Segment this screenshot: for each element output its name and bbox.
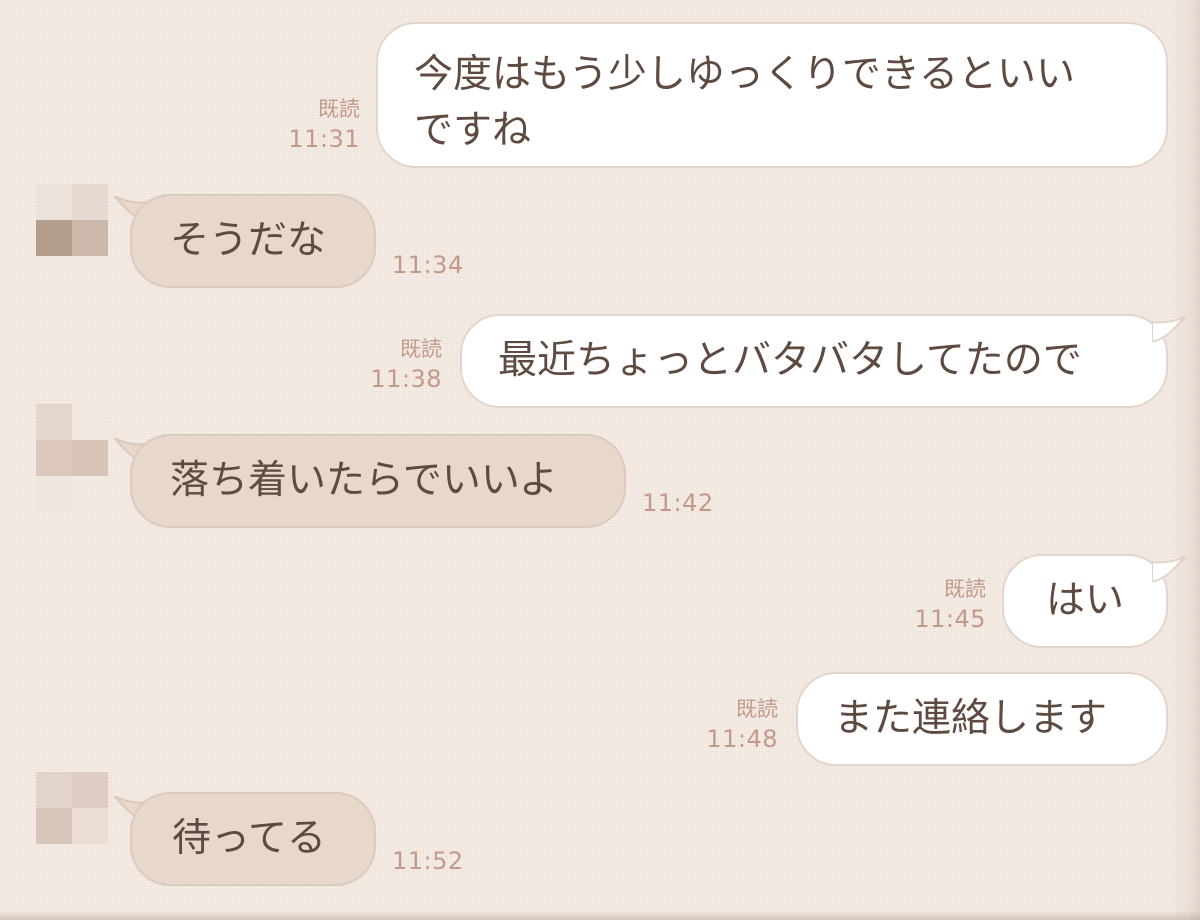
- outgoing-message-bubble[interactable]: 最近ちょっとバタバタしてたので: [460, 314, 1168, 408]
- message-time: 11:31: [288, 125, 360, 153]
- incoming-message-bubble[interactable]: 待ってる: [130, 792, 376, 886]
- incoming-message-bubble[interactable]: 落ち着いたらでいいよ: [130, 434, 626, 528]
- read-receipt: 既読: [318, 97, 360, 121]
- message-time: 11:42: [642, 489, 714, 517]
- message-time: 11:45: [914, 605, 986, 633]
- screen-edge-shadow: [0, 910, 1200, 920]
- avatar[interactable]: [36, 184, 108, 256]
- incoming-message-bubble[interactable]: そうだな: [130, 194, 376, 288]
- avatar[interactable]: [36, 772, 108, 844]
- read-receipt: 既読: [400, 337, 442, 361]
- avatar[interactable]: [36, 404, 108, 512]
- message-text: 最近ちょっとバタバタしてたので: [498, 338, 1082, 383]
- message-text: ですね: [414, 108, 532, 153]
- avatar-pixel: [36, 476, 72, 512]
- read-receipt: 既読: [944, 577, 986, 601]
- message-text: 待ってる: [172, 816, 327, 861]
- message-meta: 11:42: [642, 488, 732, 518]
- message-meta: 既読 11:45: [892, 574, 986, 634]
- avatar-pixel: [72, 220, 108, 256]
- avatar-pixel: [36, 808, 72, 844]
- read-receipt: 既読: [736, 697, 778, 721]
- message-time: 11:34: [392, 251, 464, 279]
- message-time: 11:52: [392, 847, 464, 875]
- chat-area[interactable]: 既読 11:31 今度はもう少しゆっくりできるといい ですね そうだな 11:3…: [0, 0, 1200, 920]
- message-time: 11:48: [706, 725, 778, 753]
- avatar-pixel: [36, 404, 72, 440]
- avatar-pixel: [72, 440, 108, 476]
- message-text: また連絡します: [834, 696, 1108, 741]
- message-meta: 既読 11:48: [686, 694, 778, 754]
- outgoing-message-bubble[interactable]: また連絡します: [796, 672, 1168, 766]
- message-meta: 11:52: [392, 846, 482, 876]
- avatar-pixel: [36, 220, 72, 256]
- avatar-pixel: [36, 184, 72, 220]
- outgoing-message-bubble[interactable]: 今度はもう少しゆっくりできるといい ですね: [376, 22, 1168, 168]
- avatar-pixel: [72, 404, 108, 440]
- message-meta: 既読 11:31: [270, 94, 360, 154]
- avatar-pixel: [72, 808, 108, 844]
- avatar-pixel: [36, 772, 72, 808]
- message-meta: 既読 11:38: [352, 334, 442, 394]
- message-time: 11:38: [370, 365, 442, 393]
- avatar-pixel: [36, 440, 72, 476]
- message-text: 落ち着いたらでいいよ: [170, 458, 559, 503]
- outgoing-message-bubble[interactable]: はい: [1002, 554, 1168, 648]
- avatar-pixel: [72, 184, 108, 220]
- message-meta: 11:34: [392, 250, 482, 280]
- message-text: 今度はもう少しゆっくりできるといい: [414, 52, 1076, 97]
- message-text: そうだな: [170, 218, 327, 263]
- screen-edge-shadow: [1172, 0, 1200, 920]
- avatar-pixel: [72, 772, 108, 808]
- message-text: はい: [1046, 578, 1125, 623]
